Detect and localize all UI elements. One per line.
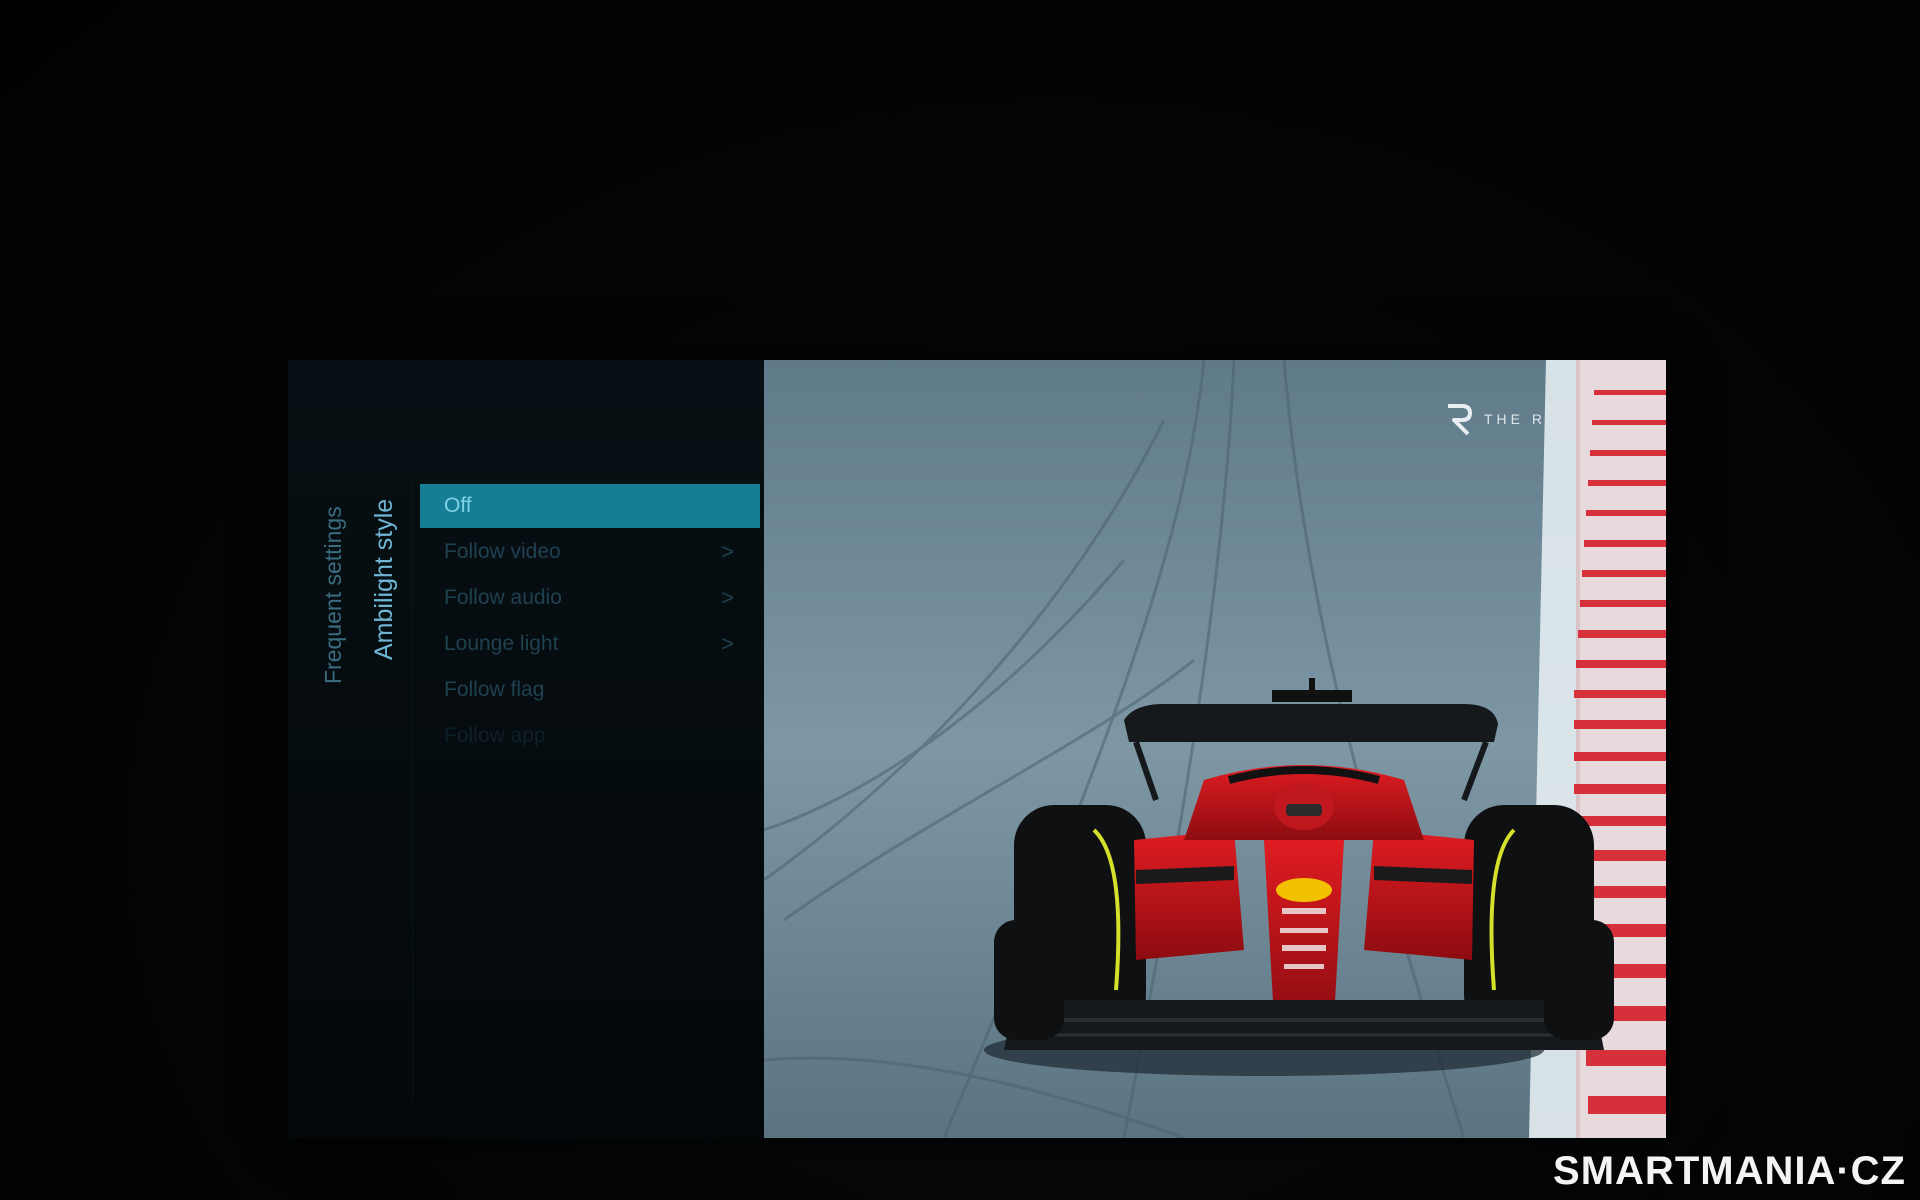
option-label: Lounge light	[444, 632, 559, 655]
tv-screen: Frequent settings Ambilight style Off Fo…	[288, 360, 1666, 1138]
video-content: THE R	[764, 360, 1666, 1138]
menu-divider	[412, 480, 413, 1100]
ambilight-style-options: Off Follow video > Follow audio > Lounge…	[420, 484, 760, 760]
channel-logo-text: THE R	[1484, 411, 1546, 427]
option-lounge-light[interactable]: Lounge light >	[420, 622, 760, 666]
option-follow-flag[interactable]: Follow flag	[420, 668, 760, 712]
photo-scene: Frequent settings Ambilight style Off Fo…	[0, 0, 1920, 1200]
chevron-right-icon: >	[721, 585, 734, 610]
race-track-scene	[764, 360, 1666, 1138]
option-label: Follow video	[444, 540, 561, 563]
ambilight-menu-panel: Frequent settings Ambilight style Off Fo…	[288, 360, 764, 1138]
option-label: Follow flag	[444, 678, 545, 701]
breadcrumb-frequent-settings[interactable]: Frequent settings	[320, 506, 347, 684]
option-label: Follow app	[444, 724, 546, 747]
option-label: Off	[444, 494, 472, 517]
chevron-right-icon: >	[721, 539, 734, 564]
option-follow-app: Follow app	[420, 714, 760, 758]
chevron-right-icon: >	[721, 631, 734, 656]
watermark: SMARTMANIA·CZ	[1553, 1149, 1906, 1193]
option-follow-audio[interactable]: Follow audio >	[420, 576, 760, 620]
option-follow-video[interactable]: Follow video >	[420, 530, 760, 574]
breadcrumb-ambilight-style: Ambilight style	[370, 498, 398, 660]
option-label: Follow audio	[444, 586, 562, 609]
channel-logo: THE R	[1444, 402, 1546, 436]
option-off[interactable]: Off	[420, 484, 760, 528]
r-logo-icon	[1448, 404, 1472, 436]
